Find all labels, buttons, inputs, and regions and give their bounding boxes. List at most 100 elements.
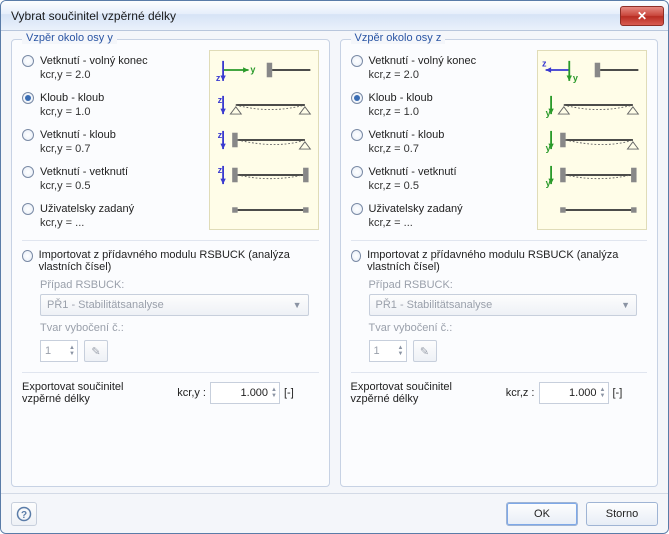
unit-label: [-]: [613, 387, 623, 399]
export-row-z: Exportovat součinitel vzpěrné délky kcr,…: [351, 372, 648, 405]
radio-icon: [22, 92, 34, 104]
pick-shape-button-z: ✎: [413, 340, 437, 362]
option-z-2[interactable]: Vetknutí - kloub kcr,z = 0.7: [351, 128, 530, 156]
rsbuck-case-select-y: PŘ1 - Stabilitätsanalyse ▼: [40, 294, 309, 316]
radio-icon: [351, 166, 363, 178]
option-y-1[interactable]: Kloub - kloub kcr,y = 1.0: [22, 91, 201, 119]
kcr-value: 1.000: [544, 387, 600, 399]
option-label: Kloub - kloub: [40, 91, 104, 105]
option-sublabel: kcr,z = 0.5: [369, 179, 457, 193]
chevron-down-icon: ▼: [621, 300, 630, 310]
kcr-value: 1.000: [215, 387, 271, 399]
import-label: Importovat z přídavného modulu RSBUCK (a…: [39, 249, 319, 273]
option-y-4[interactable]: Uživatelsky zadaný kcr,y = ...: [22, 202, 201, 230]
pick-shape-button-y: ✎: [84, 340, 108, 362]
spinner-value: 1: [374, 345, 380, 357]
case-label: Případ RSBUCK:: [40, 279, 319, 291]
option-z-0[interactable]: Vetknutí - volný konec kcr,z = 2.0: [351, 54, 530, 82]
radio-icon: [351, 203, 363, 215]
svg-text:z: z: [217, 165, 222, 175]
option-z-1[interactable]: Kloub - kloub kcr,z = 1.0: [351, 91, 530, 119]
svg-text:y: y: [250, 65, 255, 75]
option-y-0[interactable]: Vetknutí - volný konec kcr,y = 2.0: [22, 54, 201, 82]
option-sublabel: kcr,y = 0.7: [40, 142, 116, 156]
radio-icon: [351, 55, 363, 67]
beam-diagram: z: [214, 160, 314, 190]
radio-icon: [22, 250, 33, 262]
beam-diagram: z: [214, 90, 314, 120]
option-z-4[interactable]: Uživatelsky zadaný kcr,z = ...: [351, 202, 530, 230]
option-label: Vetknutí - kloub: [369, 128, 445, 142]
option-sublabel: kcr,z = 2.0: [369, 68, 477, 82]
beam-diagram: y: [542, 125, 642, 155]
radio-icon: [351, 92, 363, 104]
export-row-y: Exportovat součinitel vzpěrné délky kcr,…: [22, 372, 319, 405]
close-icon: ✕: [637, 9, 647, 23]
eyedropper-icon: ✎: [420, 345, 429, 358]
radio-icon: [22, 55, 34, 67]
kcr-input-y[interactable]: 1.000 ▲▼: [210, 382, 280, 404]
window-title: Vybrat součinitel vzpěrné délky: [11, 9, 620, 23]
beam-diagram: y: [542, 160, 642, 190]
axis-icon: y z: [214, 55, 314, 85]
import-panel-z: Importovat z přídavného modulu RSBUCK (a…: [351, 240, 648, 362]
shape-number-spinner-y: 1 ▲▼: [40, 340, 78, 362]
option-label: Uživatelsky zadaný: [40, 202, 134, 216]
shape-number-spinner-z: 1 ▲▼: [369, 340, 407, 362]
cancel-button[interactable]: Storno: [586, 502, 658, 526]
option-label: Vetknutí - vetknutí: [40, 165, 128, 179]
footer: ? OK Storno: [1, 493, 668, 533]
option-sublabel: kcr,y = 2.0: [40, 68, 148, 82]
beam-diagram: y: [542, 90, 642, 120]
option-label: Kloub - kloub: [369, 91, 433, 105]
content-area: Vzpěr okolo osy y Vetknutí - volný konec…: [1, 31, 668, 493]
axis-icon: z y: [542, 55, 642, 85]
unit-label: [-]: [284, 387, 294, 399]
radio-list-y: Vetknutí - volný konec kcr,y = 2.0 Kloub…: [22, 50, 201, 230]
kcr-label: kcr,z :: [495, 387, 535, 399]
ok-button[interactable]: OK: [506, 502, 578, 526]
shape-label: Tvar vybočení č.:: [40, 322, 319, 334]
case-label: Případ RSBUCK:: [369, 279, 648, 291]
close-button[interactable]: ✕: [620, 6, 664, 26]
option-label: Vetknutí - kloub: [40, 128, 116, 142]
svg-text:z: z: [217, 130, 222, 140]
option-y-3[interactable]: Vetknutí - vetknutí kcr,y = 0.5: [22, 165, 201, 193]
radio-icon: [22, 203, 34, 215]
export-label: Exportovat součinitel vzpěrné délky: [351, 381, 491, 405]
select-value: PŘ1 - Stabilitätsanalyse: [47, 299, 164, 311]
svg-text:z: z: [217, 95, 222, 105]
diagrams-y: y z z: [209, 50, 319, 230]
group-axis-z: Vzpěr okolo osy z Vetknutí - volný konec…: [340, 39, 659, 487]
option-label: Uživatelsky zadaný: [369, 202, 463, 216]
radio-icon: [351, 129, 363, 141]
rsbuck-case-select-z: PŘ1 - Stabilitätsanalyse ▼: [369, 294, 638, 316]
option-sublabel: kcr,y = 1.0: [40, 105, 104, 119]
svg-text:z: z: [215, 73, 220, 83]
svg-text:y: y: [573, 73, 578, 83]
help-icon: ?: [16, 506, 32, 522]
option-label: Vetknutí - volný konec: [369, 54, 477, 68]
kcr-input-z[interactable]: 1.000 ▲▼: [539, 382, 609, 404]
import-option-z[interactable]: Importovat z přídavného modulu RSBUCK (a…: [351, 249, 648, 273]
group-axis-y: Vzpěr okolo osy y Vetknutí - volný konec…: [11, 39, 330, 487]
select-value: PŘ1 - Stabilitätsanalyse: [376, 299, 493, 311]
group-title-y: Vzpěr okolo osy y: [22, 32, 117, 44]
help-button[interactable]: ?: [11, 502, 37, 526]
eyedropper-icon: ✎: [91, 345, 100, 358]
import-panel-y: Importovat z přídavného modulu RSBUCK (a…: [22, 240, 319, 362]
diagrams-z: z y y: [537, 50, 647, 230]
import-option-y[interactable]: Importovat z přídavného modulu RSBUCK (a…: [22, 249, 319, 273]
titlebar: Vybrat součinitel vzpěrné délky ✕: [1, 1, 668, 31]
beam-diagram: [214, 195, 314, 225]
option-y-2[interactable]: Vetknutí - kloub kcr,y = 0.7: [22, 128, 201, 156]
option-sublabel: kcr,z = 1.0: [369, 105, 433, 119]
radio-icon: [22, 129, 34, 141]
svg-text:?: ?: [21, 510, 27, 521]
chevron-down-icon: ▼: [293, 300, 302, 310]
option-z-3[interactable]: Vetknutí - vetknutí kcr,z = 0.5: [351, 165, 530, 193]
option-sublabel: kcr,y = ...: [40, 216, 134, 230]
group-title-z: Vzpěr okolo osy z: [351, 32, 446, 44]
option-label: Vetknutí - vetknutí: [369, 165, 457, 179]
svg-text:z: z: [542, 58, 547, 68]
